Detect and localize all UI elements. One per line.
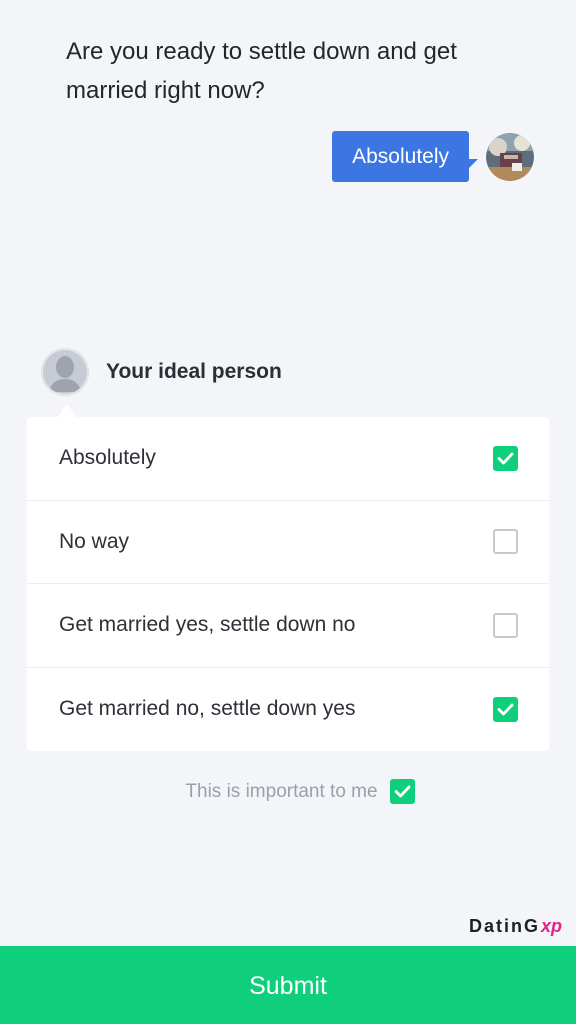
option-checkbox[interactable]	[493, 612, 518, 638]
check-icon	[497, 703, 514, 716]
option-label: Absolutely	[59, 446, 156, 470]
person-silhouette-icon	[41, 348, 89, 396]
user-photo-avatar	[486, 132, 534, 181]
my-answer-bubble: Absolutely	[332, 131, 478, 182]
ideal-person-title: Your ideal person	[106, 360, 282, 383]
importance-toggle-row[interactable]: This is important to me	[0, 779, 576, 804]
option-checkbox[interactable]	[493, 696, 518, 722]
option-checkbox[interactable]	[493, 529, 518, 555]
importance-checkbox[interactable]	[389, 779, 415, 804]
option-absolutely[interactable]: Absolutely	[27, 417, 549, 501]
brand-logo: DatinG xp	[469, 916, 562, 937]
question-text: Are you ready to settle down and get mar…	[66, 38, 457, 104]
brand-accent: xp	[540, 916, 562, 936]
my-answer-row: Absolutely	[332, 131, 534, 182]
option-label: No way	[59, 529, 130, 553]
card-pointer	[57, 404, 77, 418]
option-married-no-settle-yes[interactable]: Get married no, settle down yes	[27, 668, 549, 752]
check-icon	[394, 785, 410, 798]
quiz-screen: Are you ready to settle down and get mar…	[0, 0, 576, 1024]
option-no-way[interactable]: No way	[27, 501, 549, 584]
submit-button[interactable]: Submit	[0, 946, 576, 1024]
option-label: Get married no, settle down yes	[59, 697, 356, 721]
importance-label: This is important to me	[185, 780, 378, 802]
option-label: Get married yes, settle down no	[59, 613, 356, 637]
check-icon	[497, 452, 514, 465]
option-married-yes-settle-no[interactable]: Get married yes, settle down no	[27, 584, 549, 668]
brand-name: DatinG	[468, 916, 540, 936]
ideal-options-list: Absolutely No way Get married yes, settl…	[27, 417, 549, 751]
ideal-person-header: Your ideal person	[41, 348, 282, 396]
option-checkbox[interactable]	[493, 445, 518, 471]
